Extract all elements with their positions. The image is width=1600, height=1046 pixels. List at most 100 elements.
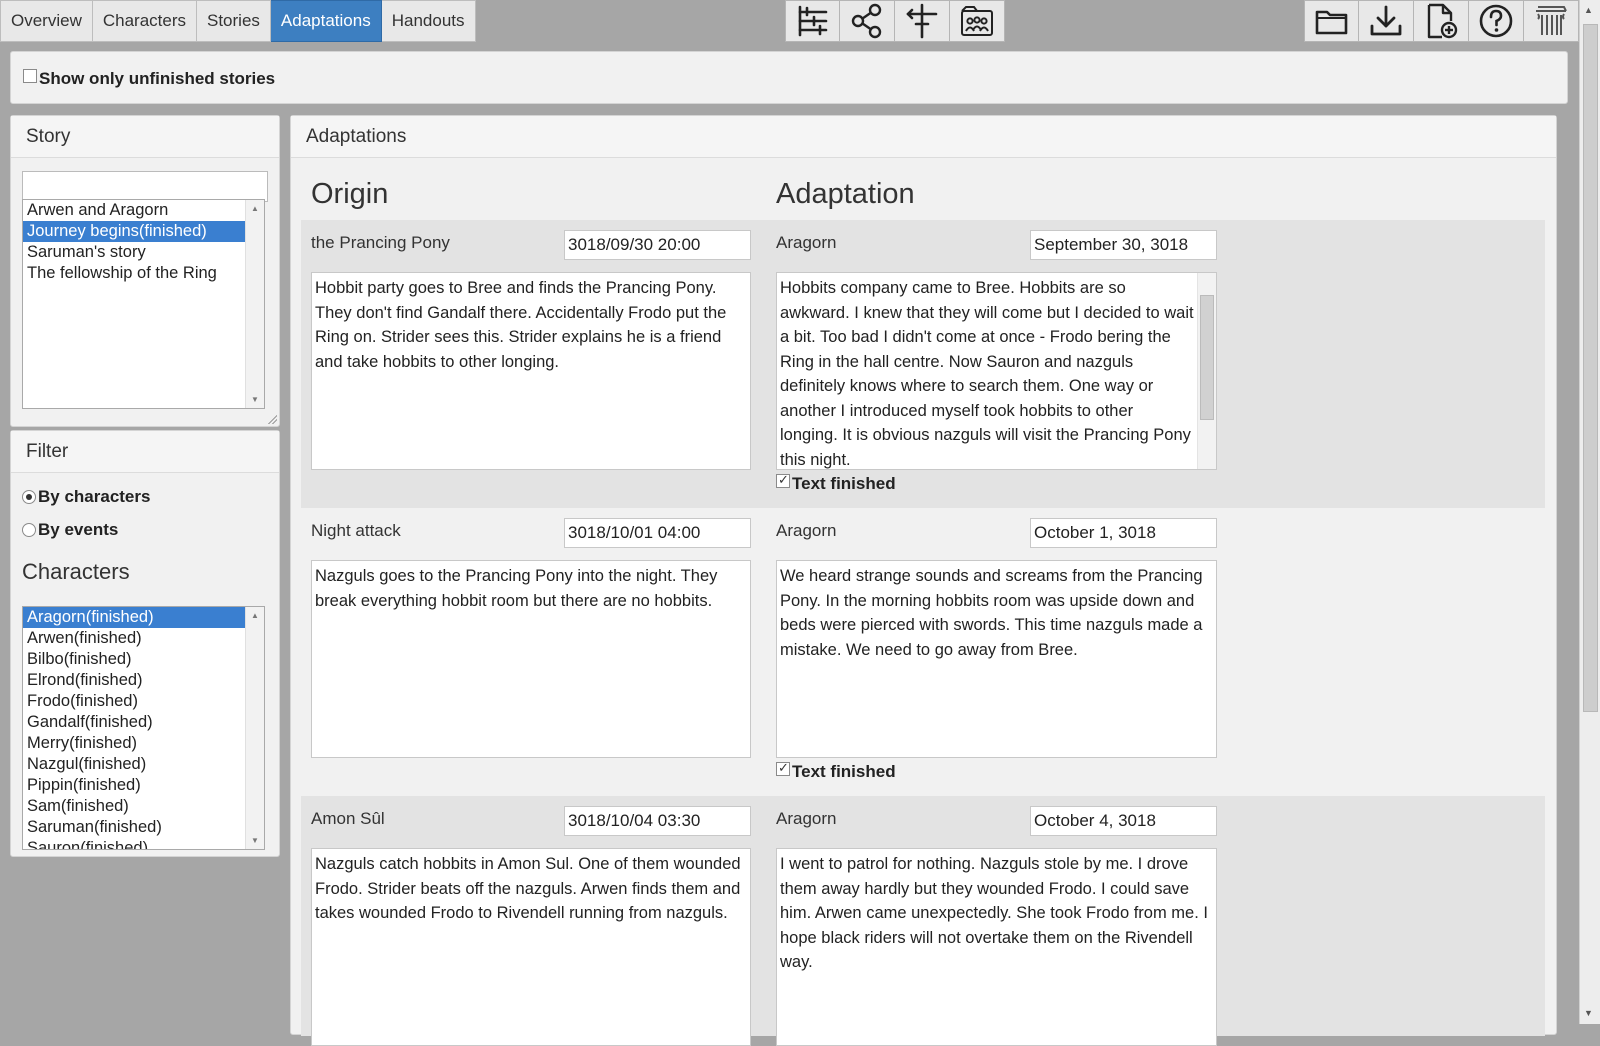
- characters-title: Characters: [22, 559, 130, 584]
- new-file-icon: [1427, 3, 1458, 39]
- adaptation-text: Hobbits company came to Bree. Hobbits ar…: [780, 279, 1194, 469]
- character-list[interactable]: Aragorn(finished) Arwen(finished) Bilbo(fi…: [22, 606, 265, 850]
- scrollbar-thumb[interactable]: [1200, 295, 1214, 420]
- signpost-icon: [906, 3, 938, 39]
- adaptation-character-name: Aragorn: [776, 233, 837, 252]
- text-finished-toggle[interactable]: Text finished: [776, 472, 896, 494]
- character-list-item[interactable]: Frodo(finished): [23, 691, 264, 712]
- scroll-down-arrow-icon[interactable]: ▼: [251, 836, 259, 845]
- story-search-input[interactable]: [22, 171, 268, 202]
- download-icon: [1370, 5, 1402, 36]
- tab-adaptations[interactable]: Adaptations: [270, 0, 382, 42]
- adaptation-time-field[interactable]: October 1, 3018: [1030, 518, 1217, 548]
- origin-column-header: Origin: [311, 178, 389, 210]
- page-scrollbar[interactable]: ▲ ▼: [1579, 0, 1600, 1024]
- character-list-item[interactable]: Arwen(finished): [23, 628, 264, 649]
- origin-text-area[interactable]: Hobbit party goes to Bree and finds the …: [311, 272, 751, 470]
- adaptation-character-name: Aragorn: [776, 521, 837, 540]
- by-characters-label: By characters: [38, 487, 151, 506]
- adaptation-text-area[interactable]: We heard strange sounds and screams from…: [776, 560, 1217, 758]
- character-list-item[interactable]: Pippin(finished): [23, 775, 264, 796]
- adaptation-row: Night attack 3018/10/01 04:00 Nazguls go…: [301, 508, 1545, 796]
- adaptations-panel-title: Adaptations: [291, 116, 1556, 158]
- character-list-item[interactable]: Bilbo(finished): [23, 649, 264, 670]
- by-characters-radio[interactable]: [22, 490, 36, 504]
- by-characters-option[interactable]: By characters: [22, 487, 150, 507]
- story-list[interactable]: Arwen and Aragorn Journey begins(finished…: [22, 199, 265, 409]
- unfinished-toggle[interactable]: Show only unfinished stories: [23, 69, 275, 89]
- tab-handouts[interactable]: Handouts: [381, 0, 476, 42]
- scrollbar-thumb[interactable]: [1583, 24, 1598, 712]
- text-finished-label: Text finished: [792, 762, 896, 781]
- view-toolbar: [785, 0, 1005, 42]
- file-toolbar: [1304, 0, 1579, 42]
- character-list-item[interactable]: Sam(finished): [23, 796, 264, 817]
- character-list-item[interactable]: Nazgul(finished): [23, 754, 264, 775]
- character-list-item[interactable]: Sauron(finished): [23, 838, 264, 849]
- origin-time-field[interactable]: 3018/09/30 20:00: [564, 230, 751, 260]
- tab-overview[interactable]: Overview: [0, 0, 93, 42]
- adaptation-row: the Prancing Pony 3018/09/30 20:00 Hobbi…: [301, 220, 1545, 508]
- story-list-scrollbar[interactable]: ▲ ▼: [245, 200, 264, 408]
- story-list-item[interactable]: Arwen and Aragorn: [23, 200, 264, 221]
- tab-stories[interactable]: Stories: [197, 0, 271, 42]
- unfinished-checkbox[interactable]: [23, 69, 37, 83]
- adaptation-time-field[interactable]: September 30, 3018: [1030, 230, 1217, 260]
- origin-time-field[interactable]: 3018/10/04 03:30: [564, 806, 751, 836]
- adaptation-column-header: Adaptation: [776, 178, 915, 210]
- character-list-item[interactable]: Gandalf(finished): [23, 712, 264, 733]
- share-button[interactable]: [840, 0, 895, 42]
- adaptation-character-name: Aragorn: [776, 809, 837, 828]
- character-list-item[interactable]: Saruman(finished): [23, 817, 264, 838]
- origin-event-name: the Prancing Pony: [311, 233, 450, 252]
- group-icon: [961, 6, 993, 36]
- column-button[interactable]: [1524, 0, 1579, 42]
- character-list-item[interactable]: Merry(finished): [23, 733, 264, 754]
- download-button[interactable]: [1359, 0, 1414, 42]
- story-panel: Story Arwen and Aragorn Journey begins(fi…: [10, 115, 280, 427]
- scroll-down-arrow-icon[interactable]: ▼: [251, 395, 259, 404]
- story-list-item[interactable]: Saruman's story: [23, 242, 264, 263]
- scroll-down-arrow-icon[interactable]: ▼: [1584, 1008, 1593, 1018]
- timeline-icon: [798, 5, 827, 37]
- adaptation-row: Amon Sûl 3018/10/04 03:30 Nazguls catch …: [301, 796, 1545, 1046]
- origin-event-name: Night attack: [311, 521, 401, 540]
- text-finished-toggle[interactable]: Text finished: [776, 760, 896, 782]
- groups-button[interactable]: [950, 0, 1005, 42]
- main-tabs: Overview Characters Stories Adaptations …: [0, 0, 476, 42]
- adaptations-panel: Adaptations Origin Adaptation the Pranci…: [290, 115, 1557, 1046]
- help-icon: [1479, 4, 1513, 38]
- timeline-button[interactable]: [785, 0, 840, 42]
- scroll-up-arrow-icon[interactable]: ▲: [1584, 5, 1593, 15]
- resize-handle-icon[interactable]: [268, 415, 277, 424]
- origin-text-area[interactable]: Nazguls goes to the Prancing Pony into t…: [311, 560, 751, 758]
- adaptation-text-area[interactable]: Hobbits company came to Bree. Hobbits ar…: [776, 272, 1217, 470]
- tab-characters[interactable]: Characters: [92, 0, 197, 42]
- share-icon: [851, 3, 882, 39]
- story-list-item[interactable]: Journey begins(finished): [23, 221, 264, 242]
- text-finished-checkbox[interactable]: [776, 472, 790, 488]
- filter-panel: Filter By characters By events Character…: [10, 430, 280, 857]
- by-events-option[interactable]: By events: [22, 520, 118, 540]
- adaptation-time-field[interactable]: October 4, 3018: [1030, 806, 1217, 836]
- text-finished-checkbox[interactable]: [776, 760, 790, 776]
- top-bar: Overview Characters Stories Adaptations …: [0, 0, 1579, 42]
- character-list-item[interactable]: Elrond(finished): [23, 670, 264, 691]
- by-events-radio[interactable]: [22, 523, 36, 537]
- help-button[interactable]: [1469, 0, 1524, 42]
- character-list-scrollbar[interactable]: ▲ ▼: [245, 607, 264, 849]
- adaptation-text-area[interactable]: I went to patrol for nothing. Nazguls st…: [776, 848, 1217, 1046]
- signpost-button[interactable]: [895, 0, 950, 42]
- text-finished-label: Text finished: [792, 474, 896, 493]
- text-area-scrollbar[interactable]: [1197, 273, 1216, 469]
- open-button[interactable]: [1304, 0, 1359, 42]
- origin-time-field[interactable]: 3018/10/01 04:00: [564, 518, 751, 548]
- character-list-item[interactable]: Aragorn(finished): [23, 607, 264, 628]
- story-panel-title: Story: [11, 116, 279, 158]
- scroll-up-arrow-icon[interactable]: ▲: [251, 204, 259, 213]
- story-list-item[interactable]: The fellowship of the Ring: [23, 263, 264, 284]
- origin-text-area[interactable]: Nazguls catch hobbits in Amon Sul. One o…: [311, 848, 751, 1046]
- new-file-button[interactable]: [1414, 0, 1469, 42]
- scroll-up-arrow-icon[interactable]: ▲: [251, 611, 259, 620]
- by-events-label: By events: [38, 520, 119, 539]
